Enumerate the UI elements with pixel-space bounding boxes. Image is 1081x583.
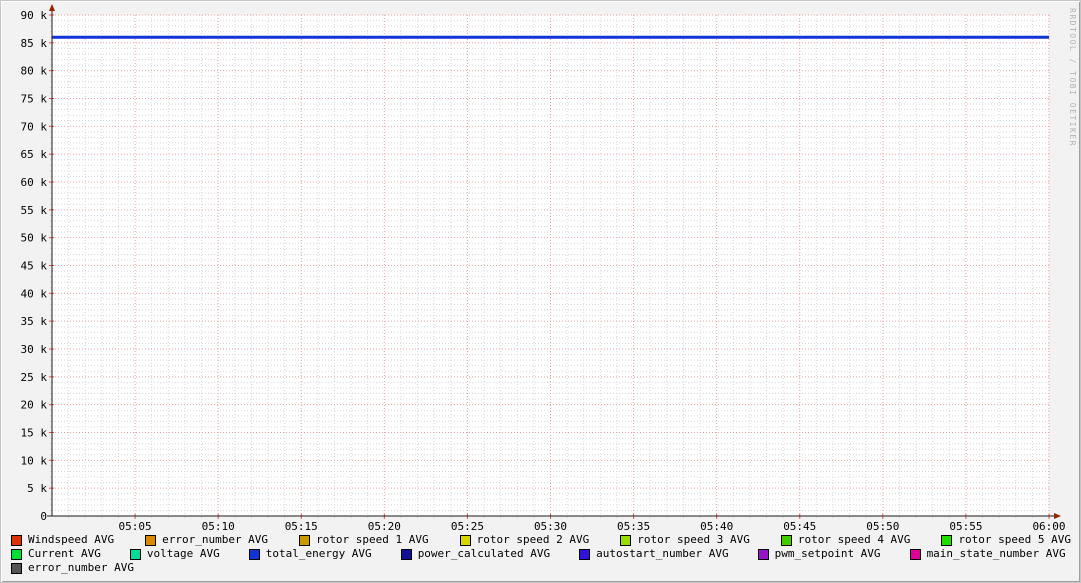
legend-swatch-icon bbox=[401, 549, 412, 560]
legend-label: main_state_number AVG bbox=[927, 548, 1066, 560]
legend-swatch-icon bbox=[11, 563, 22, 574]
legend-label: error_number AVG bbox=[162, 534, 268, 546]
y-tick-label: 45 k bbox=[21, 260, 48, 273]
rrdtool-watermark: RRDTOOL / TOBI OETIKER bbox=[1068, 8, 1077, 147]
x-tick-label: 05:25 bbox=[451, 520, 484, 533]
legend-label: rotor speed 1 AVG bbox=[316, 534, 429, 546]
legend-label: Current AVG bbox=[28, 548, 101, 560]
legend-swatch-icon bbox=[579, 549, 590, 560]
legend-item: voltage AVG bbox=[130, 548, 220, 560]
y-tick-label: 15 k bbox=[21, 427, 48, 440]
legend-item: total_energy AVG bbox=[249, 548, 372, 560]
legend-item: rotor speed 2 AVG bbox=[460, 534, 590, 546]
legend-item: error_number AVG bbox=[11, 562, 134, 574]
x-tick-label: 06:00 bbox=[1032, 520, 1065, 533]
y-tick-label: 10 k bbox=[21, 454, 48, 467]
rrdtool-graph: 90 k 85 k 80 k 75 k 70 k 65 k 60 k 55 k 50 k 45 k… bbox=[0, 0, 1081, 583]
legend-label: power_calculated AVG bbox=[418, 548, 550, 560]
legend-swatch-icon bbox=[11, 535, 22, 546]
y-tick-label: 70 k bbox=[21, 120, 48, 133]
y-tick-label: 85 k bbox=[21, 37, 48, 50]
legend-item: rotor speed 3 AVG bbox=[620, 534, 750, 546]
x-tick-label: 05:40 bbox=[700, 520, 733, 533]
x-tick-label: 05:55 bbox=[949, 520, 982, 533]
x-tick-label: 05:50 bbox=[866, 520, 899, 533]
legend-label: rotor speed 3 AVG bbox=[637, 534, 750, 546]
legend-item: rotor speed 1 AVG bbox=[299, 534, 429, 546]
legend-item: pwm_setpoint AVG bbox=[758, 548, 881, 560]
legend-item: rotor speed 5 AVG bbox=[941, 534, 1071, 546]
legend-label: error_number AVG bbox=[28, 562, 134, 574]
legend-item: autostart_number AVG bbox=[579, 548, 728, 560]
legend-label: pwm_setpoint AVG bbox=[775, 548, 881, 560]
y-tick-label: 20 k bbox=[21, 399, 48, 412]
legend-swatch-icon bbox=[460, 535, 471, 546]
legend-swatch-icon bbox=[620, 535, 631, 546]
legend-row: Windspeed AVG error_number AVG rotor speed… bbox=[11, 534, 1075, 546]
legend-swatch-icon bbox=[249, 549, 260, 560]
legend-swatch-icon bbox=[130, 549, 141, 560]
y-tick-label: 35 k bbox=[21, 315, 48, 328]
legend-label: Windspeed AVG bbox=[28, 534, 114, 546]
x-tick-label: 05:35 bbox=[617, 520, 650, 533]
legend-label: rotor speed 5 AVG bbox=[958, 534, 1071, 546]
y-tick-label: 0 bbox=[40, 510, 47, 523]
x-axis-arrow-icon bbox=[1054, 513, 1061, 519]
legend-swatch-icon bbox=[299, 535, 310, 546]
x-tick-label: 05:45 bbox=[783, 520, 816, 533]
legend-label: autostart_number AVG bbox=[596, 548, 728, 560]
y-tick-label: 25 k bbox=[21, 371, 48, 384]
y-tick-label: 55 k bbox=[21, 204, 48, 217]
legend-swatch-icon bbox=[145, 535, 156, 546]
y-tick-label: 80 k bbox=[21, 65, 48, 78]
legend-item: Windspeed AVG bbox=[11, 534, 114, 546]
legend-swatch-icon bbox=[781, 535, 792, 546]
y-tick-label: 5 k bbox=[27, 482, 47, 495]
y-tick-label: 60 k bbox=[21, 176, 48, 189]
legend-swatch-icon bbox=[941, 535, 952, 546]
legend-item: rotor speed 4 AVG bbox=[781, 534, 911, 546]
legend-swatch-icon bbox=[758, 549, 769, 560]
legend-label: rotor speed 4 AVG bbox=[798, 534, 911, 546]
x-tick-label: 05:15 bbox=[285, 520, 318, 533]
y-tick-label: 50 k bbox=[21, 232, 48, 245]
legend-row: error_number AVG bbox=[11, 562, 1075, 574]
legend-label: total_energy AVG bbox=[266, 548, 372, 560]
legend-item: Current AVG bbox=[11, 548, 101, 560]
y-tick-label: 65 k bbox=[21, 148, 48, 161]
y-axis-arrow-icon bbox=[49, 4, 55, 11]
legend-item: power_calculated AVG bbox=[401, 548, 550, 560]
y-tick-label: 75 k bbox=[21, 93, 48, 106]
y-tick-label: 40 k bbox=[21, 287, 48, 300]
legend-row: Current AVG voltage AVG total_energy AVG po… bbox=[11, 548, 1075, 560]
legend-swatch-icon bbox=[910, 549, 921, 560]
legend-swatch-icon bbox=[11, 549, 22, 560]
x-tick-label: 05:30 bbox=[534, 520, 567, 533]
x-tick-label: 05:05 bbox=[119, 520, 152, 533]
x-tick-label: 05:20 bbox=[368, 520, 401, 533]
chart-plot-area: 90 k 85 k 80 k 75 k 70 k 65 k 60 k 55 k 50 k 45 k… bbox=[1, 1, 1081, 583]
legend-item: error_number AVG bbox=[145, 534, 268, 546]
y-tick-label: 90 k bbox=[21, 9, 48, 22]
legend-label: rotor speed 2 AVG bbox=[477, 534, 590, 546]
legend-label: voltage AVG bbox=[147, 548, 220, 560]
chart-legend: Windspeed AVG error_number AVG rotor speed… bbox=[11, 534, 1075, 576]
legend-item: main_state_number AVG bbox=[910, 548, 1066, 560]
x-tick-label: 05:10 bbox=[202, 520, 235, 533]
y-tick-label: 30 k bbox=[21, 343, 48, 356]
